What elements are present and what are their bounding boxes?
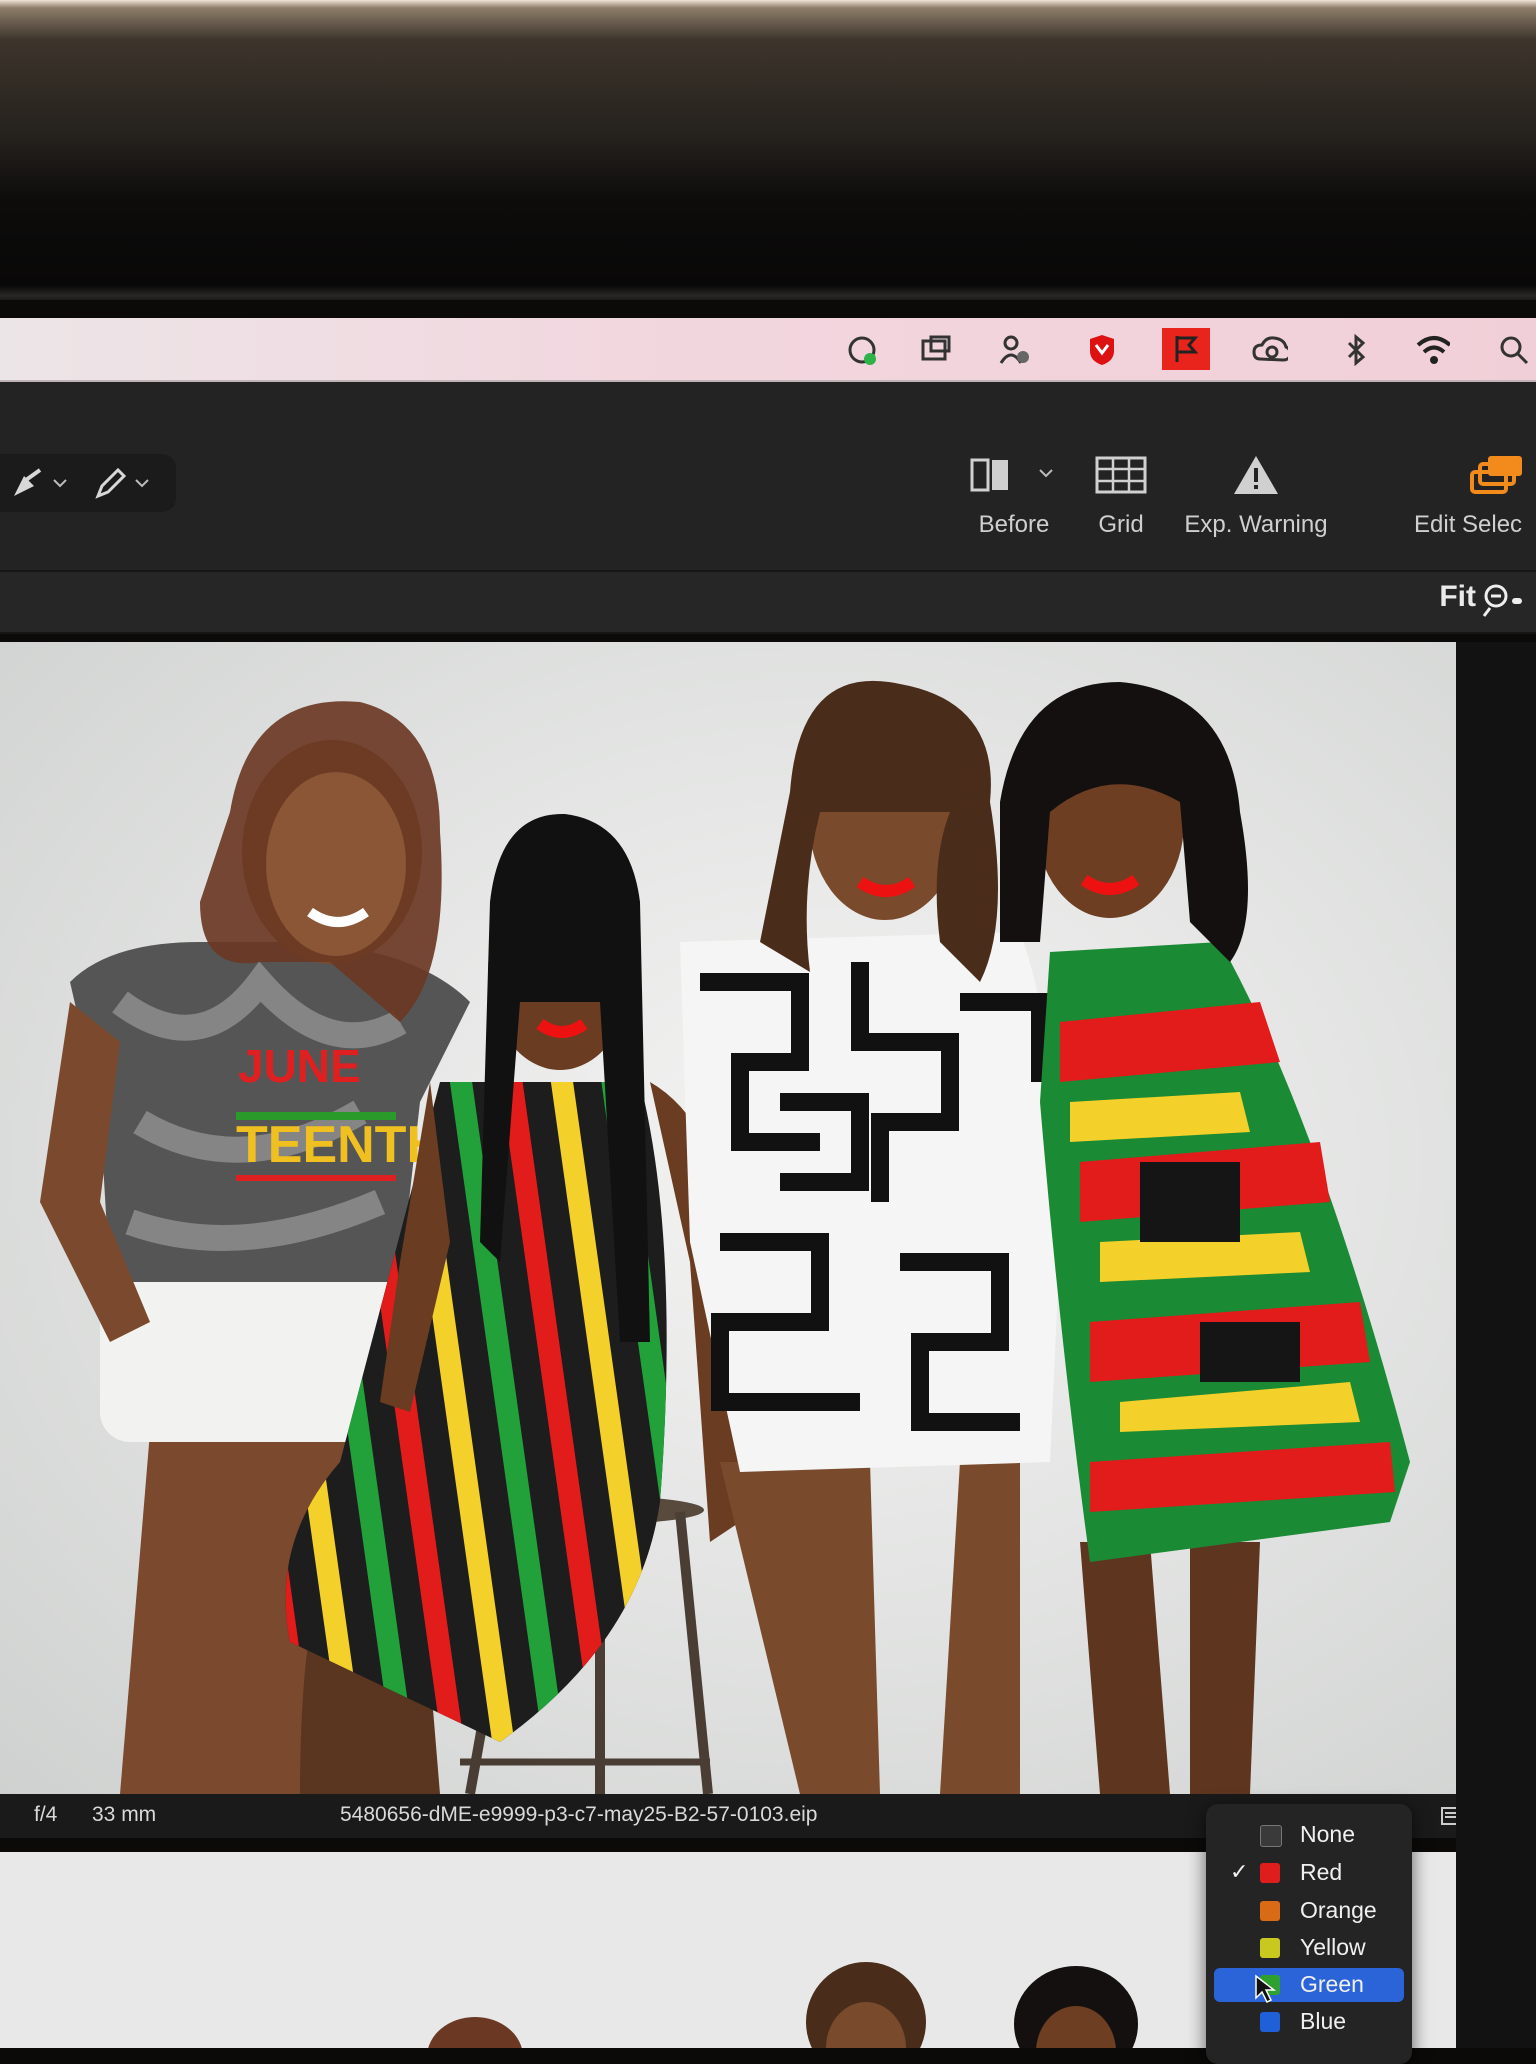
focal-length-value: 33 mm <box>92 1803 157 1826</box>
photo-viewer[interactable]: JUNE TEENTH <box>0 642 1496 1794</box>
grid-label: Grid <box>1098 511 1144 538</box>
mouse-pointer-icon <box>1255 1974 1276 2004</box>
search-icon[interactable] <box>1496 332 1532 368</box>
menu-item-red[interactable]: ✓ Red <box>1214 1856 1404 1890</box>
zoom-bar: Fit <box>0 572 1536 634</box>
fit-button[interactable]: Fit <box>1439 580 1476 614</box>
mcafee-icon[interactable] <box>1084 332 1120 368</box>
bluetooth-icon[interactable] <box>1338 332 1374 368</box>
monitor-bezel <box>0 0 1536 300</box>
color-swatch-none <box>1260 1825 1282 1847</box>
menu-item-yellow[interactable]: Yellow <box>1214 1931 1404 1965</box>
exp-warning-label: Exp. Warning <box>1184 511 1328 538</box>
color-swatch-yellow <box>1260 1938 1280 1958</box>
menu-bar <box>0 318 1536 382</box>
before-label: Before <box>978 511 1050 538</box>
brush-tool-icon[interactable] <box>92 466 152 507</box>
group-portrait-image: JUNE TEENTH <box>40 680 1410 1794</box>
screenshot-icon[interactable] <box>918 332 954 368</box>
grid-icon <box>1095 456 1147 494</box>
menu-item-orange[interactable]: Orange <box>1214 1894 1404 1928</box>
exposure-warning-button[interactable]: Exp. Warning <box>1176 454 1336 539</box>
checkmark-icon: ✓ <box>1230 1859 1249 1884</box>
selection-tool-icon[interactable] <box>10 466 70 507</box>
sync-icon[interactable] <box>844 332 880 368</box>
menu-item-label: None <box>1300 1821 1355 1847</box>
menu-item-label: Yellow <box>1300 1934 1366 1960</box>
before-button[interactable]: Before <box>958 454 1070 539</box>
svg-text:TEENTH: TEENTH <box>236 1116 444 1174</box>
edit-select-label: Edit Selec <box>1414 511 1523 538</box>
menu-item-label: Red <box>1300 1859 1343 1885</box>
color-swatch-orange <box>1260 1901 1280 1921</box>
grid-button[interactable]: Grid <box>1088 454 1154 539</box>
person-4 <box>1000 682 1410 1794</box>
menu-item-green[interactable]: Green <box>1214 1968 1404 2004</box>
svg-text:JUNE: JUNE <box>238 1040 361 1092</box>
warning-icon <box>1234 456 1278 494</box>
menu-item-label: Orange <box>1300 1897 1377 1923</box>
menu-item-label: Green <box>1300 1971 1364 1997</box>
user-lock-icon[interactable] <box>996 332 1032 368</box>
layers-icon <box>1470 456 1522 494</box>
color-label-menu: None ✓ Red Orange Yellow Green Blue <box>1206 1804 1412 2064</box>
flag-icon[interactable] <box>1162 328 1210 370</box>
wifi-icon[interactable] <box>1414 332 1450 368</box>
panel-edge <box>1456 642 1536 2048</box>
aperture-value: f/4 <box>34 1803 58 1826</box>
edit-selection-button[interactable]: Edit Selec <box>1414 454 1536 539</box>
before-after-icon <box>970 458 1053 492</box>
menu-item-blue[interactable]: Blue <box>1214 2005 1404 2039</box>
color-swatch-blue <box>1260 2012 1280 2032</box>
filename-label: 5480656-dME-e9999-p3-c7-may25-B2-57-0103… <box>340 1803 818 1826</box>
color-swatch-red <box>1260 1863 1280 1883</box>
menu-item-label: Blue <box>1300 2008 1347 2034</box>
menu-item-none[interactable]: None <box>1214 1818 1404 1852</box>
zoom-icon[interactable] <box>1482 582 1522 623</box>
creative-cloud-icon[interactable] <box>1252 332 1288 368</box>
tool-group <box>0 454 176 512</box>
app-toolbar: Before Grid Exp. Warning Edit Selec <box>0 382 1536 572</box>
